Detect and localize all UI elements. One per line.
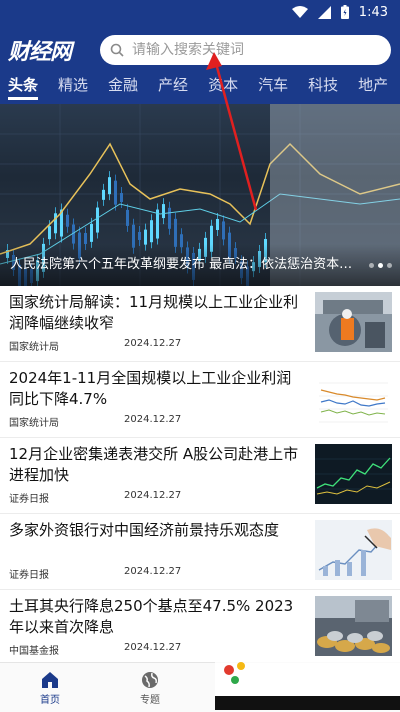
carousel-dot[interactable] bbox=[369, 263, 374, 268]
banner-candle bbox=[84, 232, 87, 244]
carousel-dot-active[interactable] bbox=[378, 263, 383, 268]
news-source: 证券日报 bbox=[9, 570, 49, 581]
news-thumbnail-stock-screen bbox=[315, 444, 392, 504]
tab-finance[interactable]: 金融 bbox=[108, 74, 138, 104]
news-thumbnail-coins bbox=[315, 596, 392, 656]
news-date: 2024.12.27 bbox=[124, 642, 182, 653]
signal-icon bbox=[317, 5, 331, 19]
search-icon bbox=[110, 43, 124, 57]
banner-candle bbox=[162, 204, 165, 219]
banner-candle bbox=[120, 193, 123, 203]
carousel-dots bbox=[369, 263, 392, 268]
news-list: 国家统计局解读：11月规模以上工业企业利润降幅继续收窄 国家统计局 2024.1… bbox=[0, 286, 400, 666]
banner-candle bbox=[108, 177, 111, 195]
nav-home-label: 首页 bbox=[40, 694, 60, 706]
nav-topics-label: 专题 bbox=[140, 694, 160, 706]
news-title: 2024年1-11月全国规模以上工业企业利润同比下降4.7% bbox=[9, 369, 292, 408]
banner-candle bbox=[114, 180, 117, 205]
search-input[interactable] bbox=[132, 42, 372, 58]
banner-candle bbox=[66, 214, 69, 227]
banner-candle bbox=[174, 218, 177, 247]
news-thumbnail-line-chart bbox=[315, 368, 392, 428]
tab-featured[interactable]: 精选 bbox=[58, 74, 88, 104]
tab-realestate[interactable]: 地产 bbox=[358, 74, 388, 104]
banner-carousel[interactable]: 人民法院第六个五年改革纲要发布 最高法：依法惩治资本市场违法犯罪 bbox=[0, 104, 400, 286]
news-item[interactable]: 国家统计局解读：11月规模以上工业企业利润降幅继续收窄 国家统计局 2024.1… bbox=[0, 286, 400, 362]
banner-candle bbox=[216, 218, 219, 230]
news-date: 2024.12.27 bbox=[124, 414, 182, 425]
banner-candle bbox=[54, 213, 57, 234]
tab-headlines[interactable]: 头条 bbox=[8, 74, 39, 104]
banner-candle bbox=[222, 221, 225, 240]
tab-industry[interactable]: 产经 bbox=[158, 74, 188, 104]
tab-tech[interactable]: 科技 bbox=[308, 74, 338, 104]
tab-capital[interactable]: 资本 bbox=[208, 74, 238, 104]
logo-text: 财经网 bbox=[8, 39, 72, 65]
news-title: 12月企业密集递表港交所 A股公司赴港上市进程加快 bbox=[9, 445, 299, 484]
banner-candle bbox=[138, 231, 141, 240]
app-logo[interactable]: 财经网 bbox=[8, 34, 92, 66]
news-source: 国家统计局 bbox=[9, 342, 59, 353]
news-source: 中国基金报 bbox=[9, 646, 59, 657]
carousel-dot[interactable] bbox=[387, 263, 392, 268]
banner-candle bbox=[144, 229, 147, 245]
tab-auto[interactable]: 汽车 bbox=[258, 74, 288, 104]
watermark-logo bbox=[215, 656, 400, 710]
banner-candle bbox=[102, 189, 105, 200]
nav-topics[interactable]: 专题 bbox=[100, 663, 200, 712]
news-date: 2024.12.27 bbox=[124, 338, 182, 349]
banner-caption: 人民法院第六个五年改革纲要发布 最高法：依法惩治资本市场违法犯罪 bbox=[10, 257, 360, 272]
news-title: 国家统计局解读：11月规模以上工业企业利润降幅继续收窄 bbox=[9, 293, 299, 332]
news-item[interactable]: 12月企业密集递表港交所 A股公司赴港上市进程加快 证券日报 2024.12.2… bbox=[0, 438, 400, 514]
globe-icon bbox=[142, 671, 158, 688]
home-icon bbox=[42, 671, 58, 688]
category-tabs: 头条 精选 金融 产经 资本 汽车 科技 地产 bbox=[0, 74, 400, 104]
banner-candle bbox=[168, 207, 171, 229]
banner-candle bbox=[150, 220, 153, 243]
status-time: 1:43 bbox=[358, 4, 388, 20]
news-thumbnail-factory bbox=[315, 292, 392, 352]
news-date: 2024.12.27 bbox=[124, 490, 182, 501]
banner-candle bbox=[48, 226, 51, 240]
news-thumbnail-hand-chart bbox=[315, 520, 392, 580]
news-item[interactable]: 多家外资银行对中国经济前景持乐观态度 证券日报 2024.12.27 bbox=[0, 514, 400, 590]
search-box[interactable] bbox=[100, 35, 391, 65]
battery-icon bbox=[340, 5, 349, 19]
news-source: 国家统计局 bbox=[9, 418, 59, 429]
status-bar: 1:43 bbox=[0, 0, 400, 24]
news-title: 土耳其央行降息250个基点至47.5% 2023年以来首次降息 bbox=[9, 597, 294, 636]
news-source: 证券日报 bbox=[9, 494, 49, 505]
news-title: 多家外资银行对中国经济前景持乐观态度 bbox=[9, 521, 280, 539]
news-item[interactable]: 2024年1-11月全国规模以上工业企业利润同比下降4.7% 国家统计局 202… bbox=[0, 362, 400, 438]
news-date: 2024.12.27 bbox=[124, 566, 182, 577]
banner-candle bbox=[96, 207, 99, 233]
app-header: 财经网 头条 精选 金融 产经 资本 汽车 科技 地产 bbox=[0, 24, 400, 104]
wifi-icon bbox=[291, 6, 308, 18]
nav-home[interactable]: 首页 bbox=[0, 663, 100, 712]
banner-candle bbox=[90, 223, 93, 242]
banner-candle bbox=[126, 209, 129, 226]
